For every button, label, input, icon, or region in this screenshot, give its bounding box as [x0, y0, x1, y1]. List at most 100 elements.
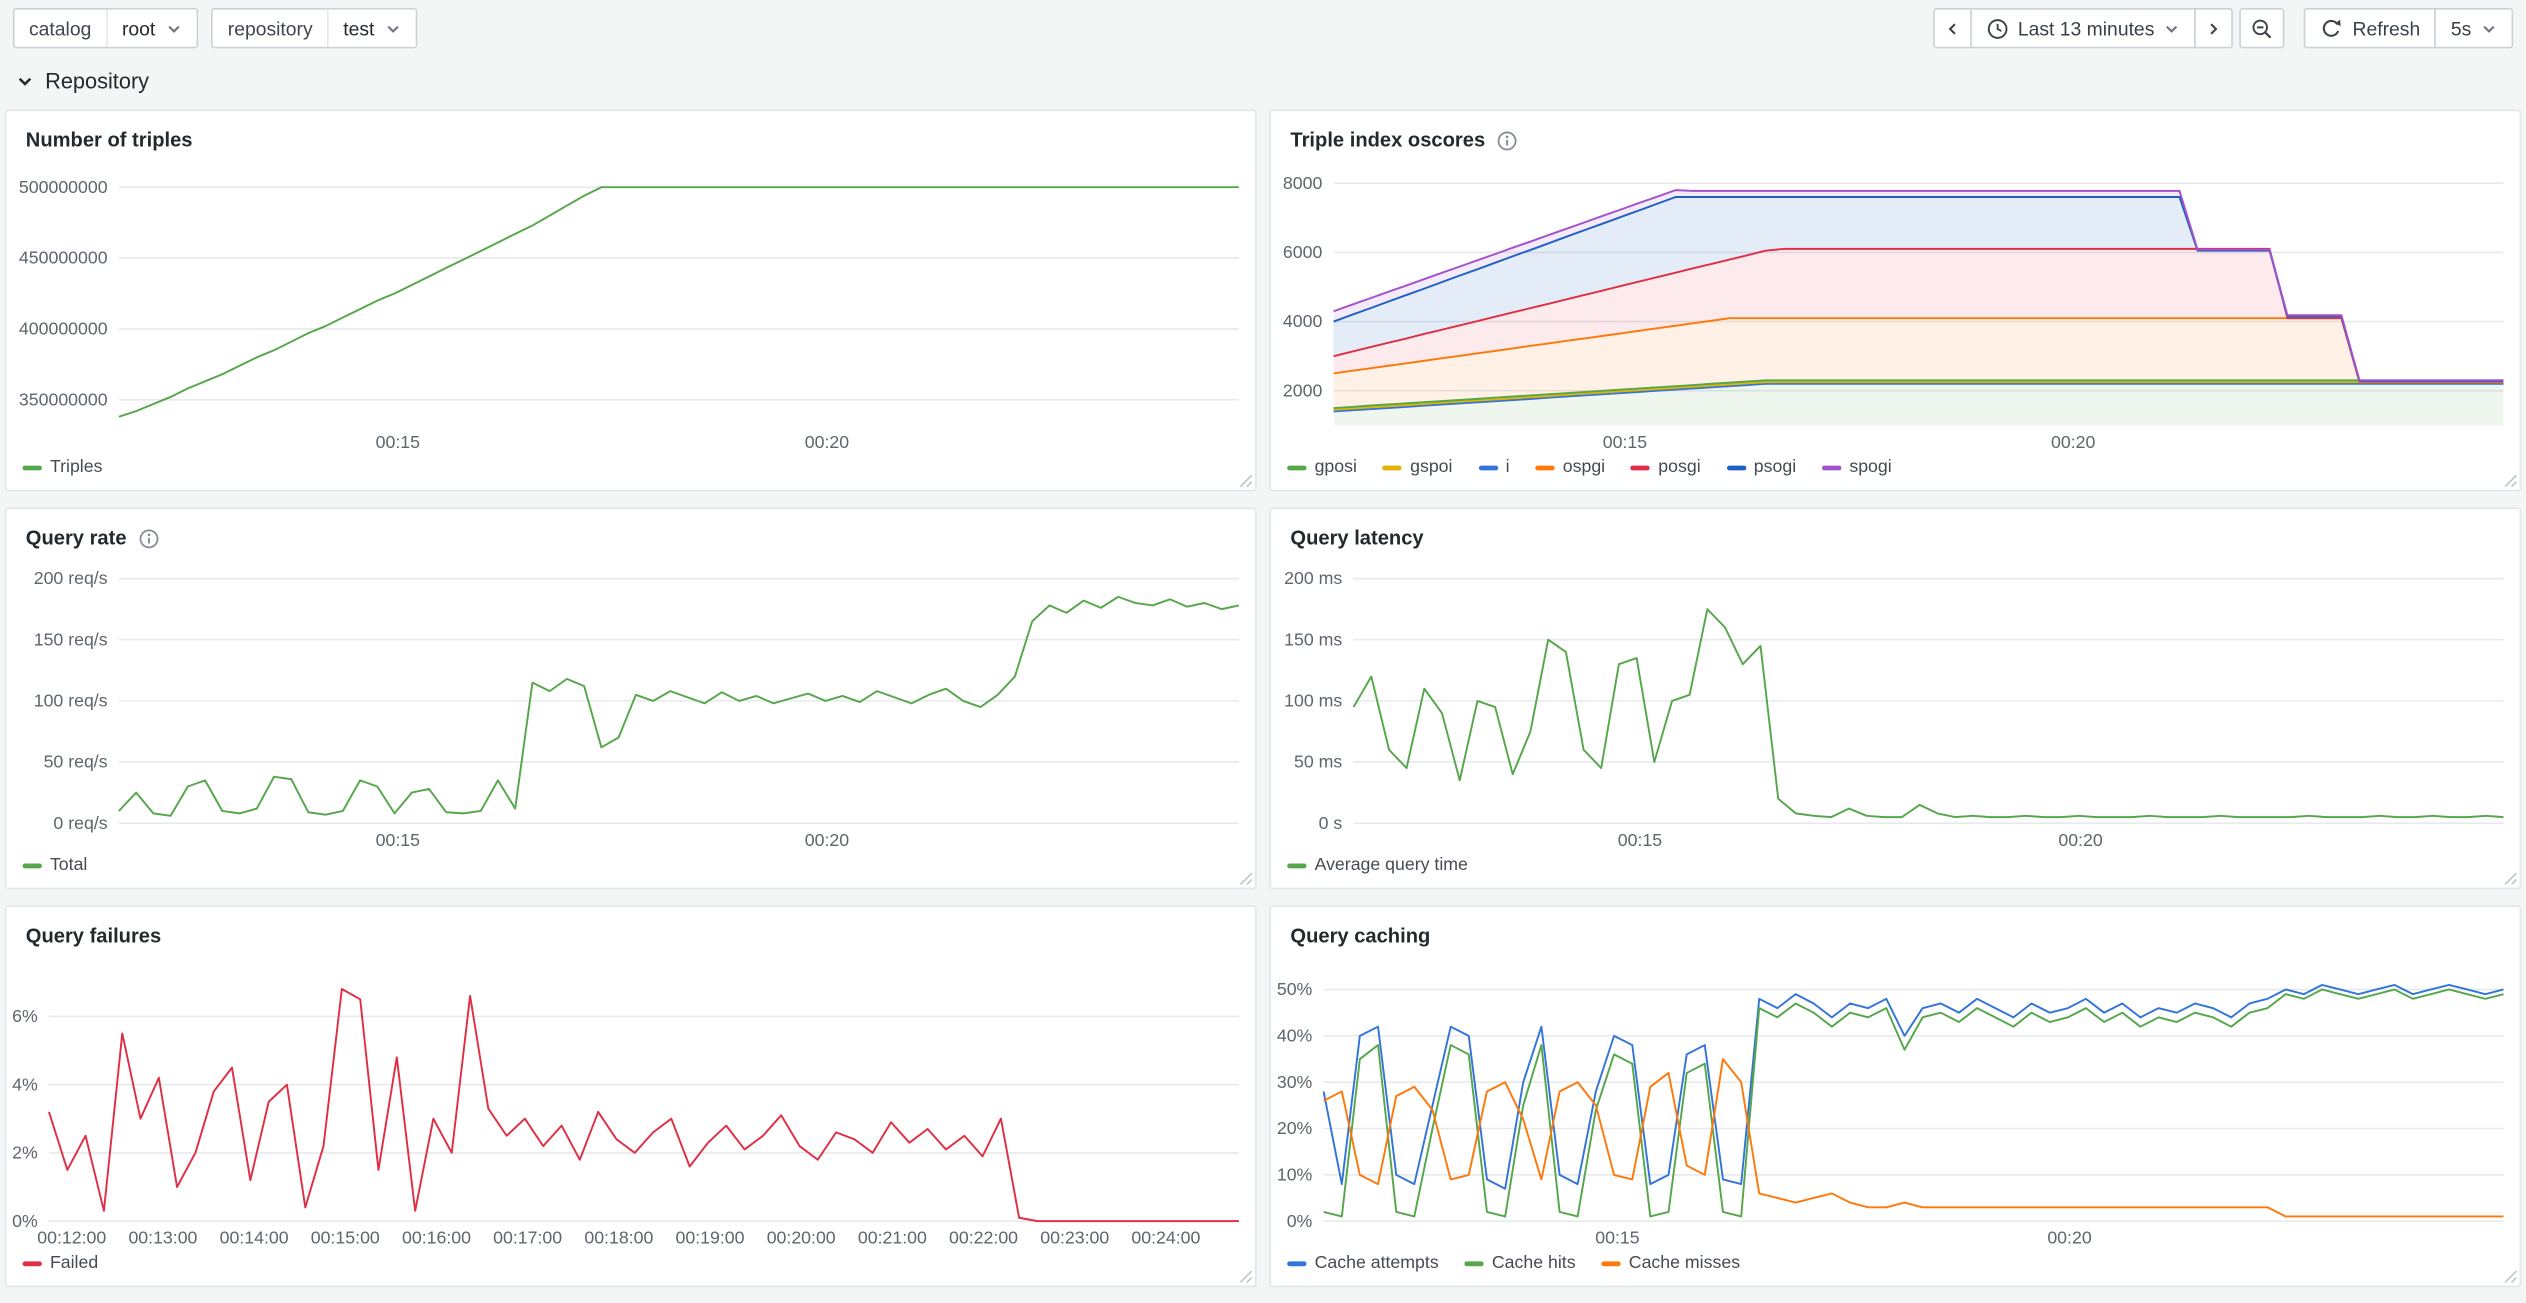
legend-swatch — [1287, 1261, 1306, 1266]
dashboard: catalog root repository test Last 13 — [0, 0, 2526, 1303]
section-header-repository[interactable]: Repository — [0, 55, 2526, 110]
dashboard-toolbar: catalog root repository test Last 13 — [0, 0, 2526, 55]
variable-label: catalog — [14, 10, 107, 47]
legend-item-cache-misses[interactable]: Cache misses — [1601, 1253, 1740, 1272]
chart-area: 35000000040000000045000000050000000000:1… — [6, 156, 1255, 454]
svg-text:00:14:00: 00:14:00 — [220, 1228, 289, 1248]
legend-swatch — [23, 863, 42, 868]
svg-text:10%: 10% — [1277, 1164, 1313, 1184]
svg-text:6000: 6000 — [1283, 242, 1323, 262]
time-forward-button[interactable] — [2195, 8, 2234, 48]
resize-handle[interactable] — [1239, 1269, 1253, 1283]
panel-query-failures: Query failures0%2%4%6%00:12:0000:13:0000… — [5, 905, 1257, 1287]
svg-text:00:20:00: 00:20:00 — [767, 1228, 836, 1248]
legend-item-psogi[interactable]: psogi — [1726, 458, 1796, 477]
panel-number-of-triples: Number of triples35000000040000000045000… — [5, 110, 1257, 492]
legend-item-failed[interactable]: Failed — [23, 1253, 99, 1272]
panel-header: Query latency — [1271, 509, 2520, 554]
legend-swatch — [1464, 1261, 1483, 1266]
legend-item-i[interactable]: i — [1478, 458, 1509, 477]
panel-triple-index-oscores: Triple index oscores200040006000800000:1… — [1269, 110, 2521, 492]
svg-text:00:15: 00:15 — [376, 830, 420, 850]
info-icon[interactable] — [138, 528, 159, 549]
resize-handle[interactable] — [2503, 872, 2517, 886]
resize-handle[interactable] — [2503, 1269, 2517, 1283]
panel-query-caching: Query caching0%10%20%30%40%50%00:1500:20… — [1269, 905, 2521, 1287]
panels-grid: Number of triples35000000040000000045000… — [0, 110, 2526, 1288]
svg-text:00:20: 00:20 — [2051, 432, 2095, 452]
legend-item-cache-attempts[interactable]: Cache attempts — [1287, 1253, 1439, 1272]
resize-handle[interactable] — [2503, 474, 2517, 488]
legend-swatch — [1383, 465, 1402, 470]
svg-text:450000000: 450000000 — [19, 248, 108, 268]
legend-label: gposi — [1315, 458, 1357, 477]
refresh-interval-dropdown[interactable]: 5s — [2435, 8, 2513, 48]
panel-header: Triple index oscores — [1271, 111, 2520, 156]
resize-handle[interactable] — [1239, 872, 1253, 886]
legend-item-ospgi[interactable]: ospgi — [1535, 458, 1605, 477]
legend-label: posgi — [1658, 458, 1700, 477]
panel-query-rate: Query rate 0 req/s50 req/s100 req/s150 re… — [5, 507, 1257, 889]
resize-handle[interactable] — [1239, 474, 1253, 488]
time-back-button[interactable] — [1932, 8, 1971, 48]
chart-area: 0 s50 ms100 ms150 ms200 ms00:1500:20 — [1271, 554, 2520, 852]
legend-item-cache-hits[interactable]: Cache hits — [1464, 1253, 1575, 1272]
legend-item-total[interactable]: Total — [23, 855, 88, 874]
time-range-picker[interactable]: Last 13 minutes — [1970, 8, 2197, 48]
legend: Triples — [6, 454, 1255, 489]
svg-text:00:22:00: 00:22:00 — [949, 1228, 1018, 1248]
panel-title: Query rate — [26, 527, 127, 550]
legend-label: Cache hits — [1492, 1253, 1576, 1272]
svg-text:0%: 0% — [12, 1211, 38, 1231]
legend-swatch — [23, 465, 42, 470]
legend-item-gposi[interactable]: gposi — [1287, 458, 1357, 477]
variable-value-dropdown[interactable]: root — [107, 10, 197, 47]
chart-area: 200040006000800000:1500:20 — [1271, 156, 2520, 454]
refresh-button[interactable]: Refresh — [2304, 8, 2436, 48]
refresh-icon — [2320, 17, 2343, 40]
svg-text:00:15: 00:15 — [1595, 1228, 1639, 1248]
legend-item-triples[interactable]: Triples — [23, 458, 103, 477]
legend-item-gspoi[interactable]: gspoi — [1383, 458, 1453, 477]
panel-header: Number of triples — [6, 111, 1255, 156]
variable-value: test — [343, 17, 374, 40]
panel-title: Triple index oscores — [1290, 129, 1485, 152]
svg-text:00:15:00: 00:15:00 — [311, 1228, 380, 1248]
chevron-down-icon — [386, 20, 402, 36]
svg-text:8000: 8000 — [1283, 173, 1323, 193]
legend-swatch — [1478, 465, 1497, 470]
variables-bar: catalog root repository test — [13, 8, 418, 48]
svg-text:200 ms: 200 ms — [1284, 568, 1342, 588]
zoom-out-button[interactable] — [2240, 8, 2285, 48]
svg-text:200 req/s: 200 req/s — [34, 568, 108, 588]
chevron-down-icon — [16, 72, 34, 90]
legend-label: i — [1506, 458, 1510, 477]
legend-item-posgi[interactable]: posgi — [1631, 458, 1701, 477]
panel-title: Query latency — [1290, 527, 1423, 550]
time-range-label: Last 13 minutes — [2018, 17, 2154, 40]
legend-label: Failed — [50, 1253, 98, 1272]
legend-swatch — [1822, 465, 1841, 470]
svg-text:00:20: 00:20 — [2047, 1228, 2091, 1248]
legend-item-average-query-time[interactable]: Average query time — [1287, 855, 1468, 874]
variable-value-dropdown[interactable]: test — [329, 10, 417, 47]
legend-label: Average query time — [1315, 855, 1468, 874]
legend-item-spogi[interactable]: spogi — [1822, 458, 1892, 477]
svg-text:400000000: 400000000 — [19, 319, 108, 339]
chevron-left-icon — [1944, 20, 1960, 36]
svg-text:00:13:00: 00:13:00 — [128, 1228, 197, 1248]
chevron-down-icon — [2164, 20, 2180, 36]
legend-swatch — [1535, 465, 1554, 470]
chart-area: 0 req/s50 req/s100 req/s150 req/s200 req… — [6, 554, 1255, 852]
svg-text:00:19:00: 00:19:00 — [676, 1228, 745, 1248]
svg-text:00:21:00: 00:21:00 — [858, 1228, 927, 1248]
legend-swatch — [1287, 465, 1306, 470]
svg-text:00:23:00: 00:23:00 — [1040, 1228, 1109, 1248]
info-icon[interactable] — [1496, 130, 1517, 151]
svg-text:50 ms: 50 ms — [1294, 752, 1342, 772]
svg-text:00:16:00: 00:16:00 — [402, 1228, 471, 1248]
svg-text:00:15: 00:15 — [1603, 432, 1647, 452]
svg-text:2000: 2000 — [1283, 380, 1323, 400]
svg-text:150 req/s: 150 req/s — [34, 629, 108, 649]
time-controls: Last 13 minutes Refresh 5s — [1932, 8, 2513, 48]
